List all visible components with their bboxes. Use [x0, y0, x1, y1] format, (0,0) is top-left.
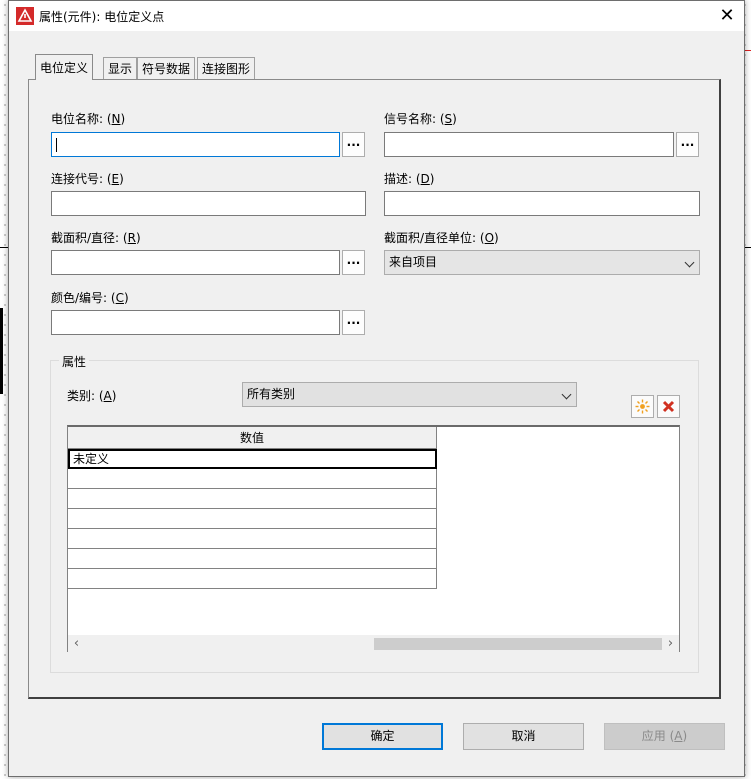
cross-section-browse-button[interactable]: ... — [342, 250, 365, 275]
cross-section-unit-label: 截面积/直径单位: (O) — [384, 231, 499, 245]
description-input[interactable] — [384, 191, 700, 216]
button-label: 取消 — [511, 729, 536, 743]
button-label: ... — [346, 253, 361, 267]
tab-label: 电位定义 — [40, 61, 89, 75]
new-property-button[interactable] — [631, 395, 654, 418]
category-value: 所有类别 — [247, 387, 296, 401]
tab-label: 符号数据 — [142, 62, 191, 76]
sun-new-icon — [635, 399, 650, 414]
properties-group-title: 属性 — [59, 353, 90, 370]
table-row[interactable] — [68, 569, 437, 589]
chevron-down-icon — [561, 389, 572, 400]
color-number-input[interactable] — [51, 310, 340, 335]
table-row[interactable] — [68, 549, 437, 569]
eplan-logo-icon — [16, 7, 34, 25]
table-row[interactable] — [68, 469, 437, 489]
signal-name-input[interactable] — [384, 132, 674, 157]
scrollbar-thumb[interactable] — [374, 638, 662, 650]
tab-symbol-data[interactable]: 符号数据 — [137, 57, 196, 79]
signal-name-label: 信号名称: (S) — [384, 112, 457, 126]
potential-name-browse-button[interactable]: ... — [342, 132, 365, 157]
close-icon: ✕ — [719, 5, 735, 26]
signal-name-browse-button[interactable]: ... — [676, 132, 699, 157]
category-label: 类别: (A) — [67, 389, 117, 403]
horizontal-scrollbar[interactable]: ‹ › — [68, 635, 679, 652]
tab-label: 连接图形 — [202, 62, 251, 76]
button-label: 确定 — [370, 729, 395, 743]
text-caret — [56, 138, 57, 152]
scroll-left-button[interactable]: ‹ — [68, 635, 85, 652]
cross-section-unit-value: 来自项目 — [389, 255, 438, 269]
cross-section-input[interactable] — [51, 250, 340, 275]
property-grid[interactable]: 数值 未定义 ‹ › — [67, 425, 680, 652]
button-label: ... — [680, 135, 695, 149]
tab-display[interactable]: 显示 — [103, 57, 138, 79]
cross-section-unit-select[interactable]: 来自项目 — [384, 250, 700, 275]
chevron-right-icon: › — [667, 636, 674, 651]
button-label: ... — [346, 135, 361, 149]
cancel-button[interactable]: 取消 — [463, 723, 584, 750]
red-x-delete-icon — [662, 400, 675, 413]
connection-code-label: 连接代号: (E) — [51, 172, 124, 186]
table-row[interactable]: 未定义 — [68, 449, 437, 469]
description-label: 描述: (D) — [384, 172, 435, 186]
chevron-down-icon — [684, 257, 695, 268]
potential-name-label: 电位名称: (N) — [51, 112, 126, 126]
background-bar — [0, 308, 3, 394]
delete-property-button[interactable] — [657, 395, 680, 418]
tab-potential-definition[interactable]: 电位定义 — [35, 54, 94, 80]
table-row[interactable] — [68, 509, 437, 529]
color-number-label: 颜色/编号: (C) — [51, 291, 129, 305]
button-label: ... — [346, 313, 361, 327]
properties-dialog: 属性(元件): 电位定义点 ✕ 电位定义 显示 符号数据 连接图形 电位名称: … — [8, 0, 745, 777]
close-button[interactable]: ✕ — [714, 4, 740, 28]
apply-button[interactable]: 应用 (A) — [604, 723, 725, 750]
connection-code-input[interactable] — [51, 191, 366, 216]
scroll-right-button[interactable]: › — [662, 635, 679, 652]
button-label: 应用 — [641, 729, 670, 743]
tab-label: 显示 — [108, 62, 133, 76]
cross-section-label: 截面积/直径: (R) — [51, 231, 141, 245]
chevron-left-icon: ‹ — [73, 636, 80, 651]
color-number-browse-button[interactable]: ... — [342, 310, 365, 335]
ok-button[interactable]: 确定 — [322, 723, 443, 750]
table-row[interactable] — [68, 489, 437, 509]
window-title: 属性(元件): 电位定义点 — [39, 10, 165, 24]
category-select[interactable]: 所有类别 — [242, 382, 577, 407]
grid-column-header[interactable]: 数值 — [68, 427, 437, 449]
tab-connection-graphics[interactable]: 连接图形 — [197, 57, 256, 79]
potential-name-input[interactable] — [51, 132, 340, 157]
table-row[interactable] — [68, 529, 437, 549]
title-bar: 属性(元件): 电位定义点 ✕ — [9, 1, 744, 31]
